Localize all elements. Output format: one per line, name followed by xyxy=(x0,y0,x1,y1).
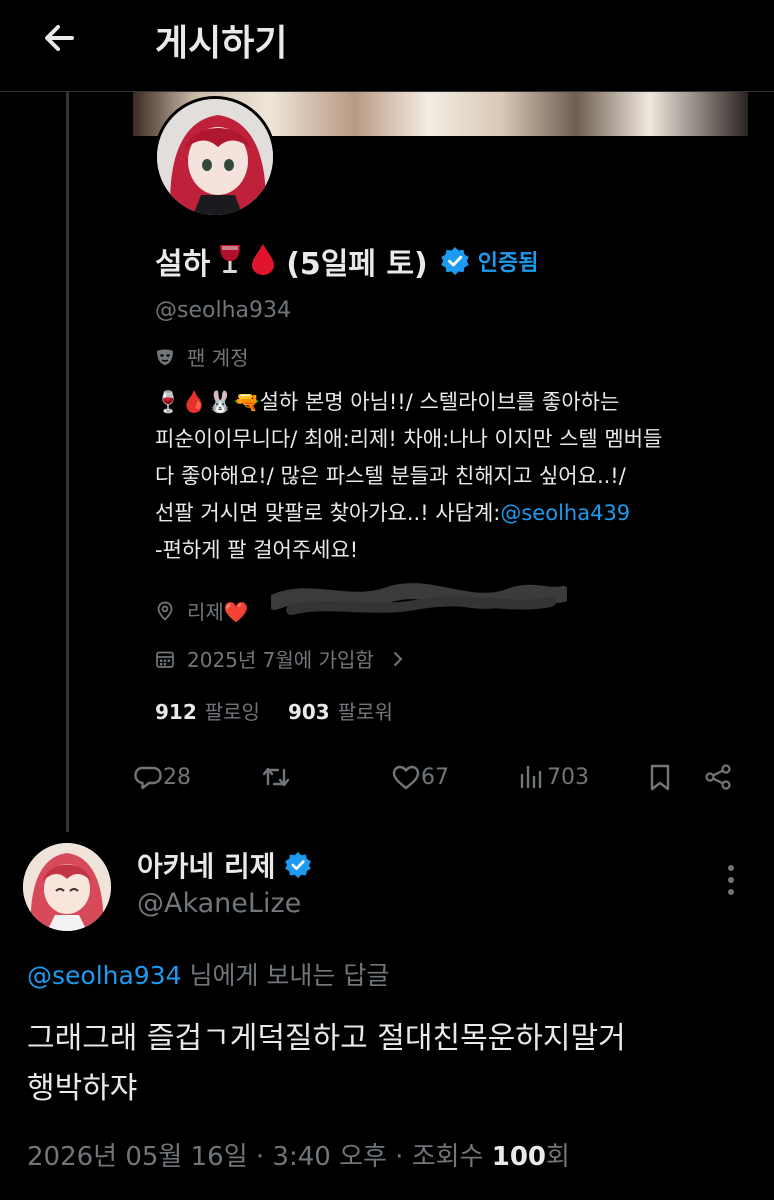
verified-badge-icon xyxy=(284,851,311,879)
bookmark-button[interactable] xyxy=(645,762,675,792)
bio-line: 선팔 거시면 맞팔로 찾아가요..! 사담계:@seolha439 xyxy=(155,495,715,532)
views-suffix: 회 xyxy=(546,1142,570,1172)
post-view-count: 100 xyxy=(491,1142,547,1172)
verified-badge-icon[interactable] xyxy=(440,246,470,276)
bio-line: 🍷🩸🐰🔫설하 본명 아님!!/ 스텔라이브를 좋아하는 xyxy=(155,390,620,414)
fan-label-text: 팬 계정 xyxy=(187,346,249,370)
replying-to-line: @seolha934 님에게 보내는 답글 xyxy=(27,956,389,992)
like-button[interactable]: 67 xyxy=(391,762,449,792)
reply-text: 그래그래 즐겁ㄱ게덕질하고 절대친목운하지말거 행박하쟈 xyxy=(27,1014,757,1114)
views-button[interactable]: 703 xyxy=(517,762,589,792)
wine-glass-icon xyxy=(216,243,244,279)
more-options-icon[interactable] xyxy=(716,860,746,900)
followers-label: 팔로워 xyxy=(337,700,393,724)
followers-stat[interactable]: 903 팔로워 xyxy=(288,696,393,725)
bio-mention-link[interactable]: @seolha439 xyxy=(500,501,630,525)
reply-text-line: 행박하쟈 xyxy=(27,1071,138,1106)
blood-drop-icon xyxy=(250,242,276,280)
following-stat[interactable]: 912 팔로잉 xyxy=(155,696,260,725)
bar-chart-icon xyxy=(520,765,542,789)
followers-count: 903 xyxy=(287,700,330,724)
share-icon xyxy=(705,764,731,790)
profile-name-row: 설하 (5일페 토) 인증됨 xyxy=(155,238,538,284)
repost-icon xyxy=(262,767,290,787)
profile-bio: 🍷🩸🐰🔫설하 본명 아님!!/ 스텔라이브를 좋아하는 피순이이무니다/ 최애:… xyxy=(155,384,715,569)
reply-count: 28 xyxy=(163,764,191,790)
location-pin-icon xyxy=(157,601,173,621)
thread-connector-line xyxy=(66,92,69,832)
repost-button[interactable] xyxy=(261,762,291,792)
views-count: 703 xyxy=(547,764,589,790)
follow-stats: 912 팔로잉 903 팔로워 xyxy=(155,696,393,725)
reply-author-name[interactable]: 아카네 리제 xyxy=(137,845,276,885)
reply-to-suffix: 님에게 보내는 답글 xyxy=(181,961,390,990)
reply-author-row[interactable]: 아카네 리제 xyxy=(137,845,312,885)
mask-icon xyxy=(157,349,173,365)
following-label: 팔로잉 xyxy=(204,700,260,724)
reply-text-line: 그래그래 즐겁ㄱ게덕질하고 절대친목운하지말거 xyxy=(27,1021,626,1056)
reply-icon xyxy=(134,766,162,790)
location-row: 리제❤️ xyxy=(155,596,249,625)
heart-icon xyxy=(392,765,420,790)
redacted-scribble xyxy=(271,583,567,615)
page-title: 게시하기 xyxy=(155,23,288,64)
profile-name: 설하 xyxy=(155,247,211,282)
bio-line: 다 좋아해요!/ 많은 파스텔 분들과 친해지고 싶어요..!/ xyxy=(155,464,626,488)
reply-to-mention-link[interactable]: @seolha934 xyxy=(27,961,182,990)
following-count: 912 xyxy=(155,700,197,724)
joined-text: 2025년 7월에 가입함 xyxy=(187,648,374,672)
verified-label[interactable]: 인증됨 xyxy=(478,245,539,277)
reply-author-handle[interactable]: @AkaneLize xyxy=(137,888,301,919)
profile-handle: @seolha934 xyxy=(155,298,291,323)
like-count: 67 xyxy=(421,764,449,790)
fan-account-label: 팬 계정 xyxy=(155,342,249,371)
bio-line: 피순이이무니다/ 최애:리제! 차애:나나 이지만 스텔 멤버들 xyxy=(155,427,663,451)
reply-button[interactable]: 28 xyxy=(133,762,191,792)
calendar-icon xyxy=(156,651,174,668)
action-bar: 28 67 703 xyxy=(133,762,733,802)
timestamp-text: 2026년 05월 16일 · 3:40 오후 · 조회수 xyxy=(27,1142,492,1172)
post-timestamp: 2026년 05월 16일 · 3:40 오후 · 조회수 100회 xyxy=(27,1136,570,1173)
chevron-right-icon xyxy=(393,651,403,666)
profile-name-suffix: (5일페 토) xyxy=(286,247,428,282)
bio-line: -편하게 팔 걸어주세요! xyxy=(155,538,359,562)
profile-avatar[interactable] xyxy=(154,96,276,218)
bio-line-text: 선팔 거시면 맞팔로 찾아가요..! 사담계: xyxy=(155,501,501,525)
share-button[interactable] xyxy=(703,762,733,792)
bookmark-icon xyxy=(650,764,670,791)
arrow-left-icon[interactable] xyxy=(38,16,82,60)
location-text: 리제❤️ xyxy=(187,600,249,624)
reply-avatar[interactable] xyxy=(23,843,111,931)
joined-row[interactable]: 2025년 7월에 가입함 xyxy=(155,644,408,673)
top-header: 게시하기 xyxy=(0,0,774,92)
